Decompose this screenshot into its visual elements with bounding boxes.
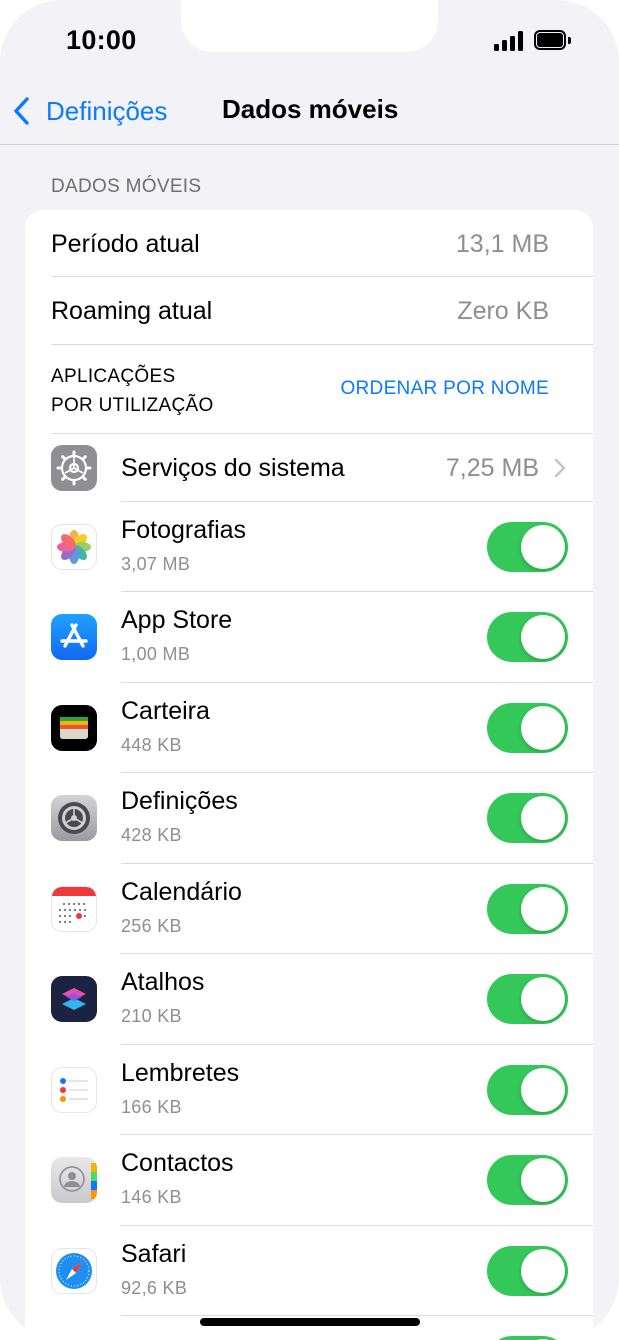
app-row-safari: Safari 92,6 KB <box>25 1226 593 1316</box>
status-time: 10:00 <box>66 25 137 55</box>
apps-header-line2: POR UTILIZAÇÃO <box>51 395 214 416</box>
app-row-contacts: Contactos 146 KB <box>25 1135 593 1226</box>
app-name: Calendário <box>121 878 242 906</box>
app-row-wallet: Carteira 448 KB <box>25 683 593 773</box>
current-period-label: Período atual <box>51 230 200 258</box>
app-usage: 448 KB <box>121 735 182 755</box>
shortcuts-data-toggle[interactable] <box>487 974 568 1024</box>
contacts-icon <box>51 1157 97 1203</box>
app-usage: 146 KB <box>121 1187 182 1207</box>
section-header: DADOS MÓVEIS <box>51 176 202 197</box>
sort-by-name-button[interactable]: ORDENAR POR NOME <box>340 378 549 400</box>
calendar-data-toggle[interactable] <box>487 884 568 934</box>
cellular-data-list: Período atual 13,1 MB Roaming atual Zero… <box>25 210 593 1340</box>
app-name: Carteira <box>121 697 210 725</box>
status-bar: 10:00 <box>0 0 619 80</box>
app-usage: 92,6 KB <box>121 1278 188 1298</box>
app-name: Fotografias <box>121 516 247 544</box>
safari-data-toggle[interactable] <box>487 1246 568 1296</box>
settings-data-toggle[interactable] <box>487 793 568 843</box>
current-roaming-value: Zero KB <box>457 297 549 325</box>
app-store-data-toggle[interactable] <box>487 612 568 662</box>
back-label: Definições <box>46 95 168 126</box>
app-row-shortcuts: Atalhos 210 KB <box>25 954 593 1045</box>
app-name: Safari <box>121 1240 187 1268</box>
partial-data-toggle[interactable] <box>487 1336 568 1340</box>
apps-header-line1: APLICAÇÕES <box>51 366 176 387</box>
system-services-value: 7,25 MB <box>445 454 539 482</box>
chevron-left-icon <box>14 97 29 125</box>
current-roaming-row: Roaming atual Zero KB <box>25 277 593 345</box>
chevron-right-icon <box>554 458 566 478</box>
safari-icon <box>51 1248 97 1294</box>
page-title: Dados móveis <box>222 94 399 124</box>
settings-icon <box>51 795 97 841</box>
app-usage: 210 KB <box>121 1006 182 1026</box>
home-indicator[interactable] <box>200 1318 420 1326</box>
app-name: Definições <box>121 787 238 815</box>
back-button[interactable]: Definições <box>12 93 167 129</box>
app-row-settings: Definições 428 KB <box>25 773 593 864</box>
reminders-data-toggle[interactable] <box>487 1065 568 1115</box>
photos-data-toggle[interactable] <box>487 522 568 572</box>
wallet-icon <box>51 705 97 751</box>
apps-by-usage-header: APLICAÇÕES POR UTILIZAÇÃO <box>51 362 214 420</box>
app-name: App Store <box>121 606 233 634</box>
phone-screen: 10:00 Definições Dados móveis DADOS MÓVE… <box>0 0 619 1340</box>
app-name: Contactos <box>121 1149 234 1177</box>
calendar-icon <box>51 886 97 932</box>
app-usage: 256 KB <box>121 916 182 936</box>
current-period-row: Período atual 13,1 MB <box>25 210 593 277</box>
battery-icon <box>534 30 572 52</box>
app-row-calendar: Calendário 256 KB <box>25 864 593 954</box>
contacts-data-toggle[interactable] <box>487 1155 568 1205</box>
navigation-bar: Definições Dados móveis <box>0 80 619 145</box>
cellular-signal-icon <box>494 31 526 51</box>
current-period-value: 13,1 MB <box>455 230 549 258</box>
app-usage: 166 KB <box>121 1097 182 1117</box>
app-store-icon <box>51 614 97 660</box>
app-row-reminders: Lembretes 166 KB <box>25 1045 593 1135</box>
app-usage: 3,07 MB <box>121 554 191 574</box>
wallet-data-toggle[interactable] <box>487 703 568 753</box>
system-services-icon <box>51 445 97 491</box>
app-row-photos: Fotografias 3,07 MB <box>25 502 593 592</box>
app-row-app-store: App Store 1,00 MB <box>25 592 593 683</box>
system-services-label: Serviços do sistema <box>121 454 345 482</box>
app-name: Lembretes <box>121 1059 240 1087</box>
app-usage: 428 KB <box>121 825 182 845</box>
app-name: Atalhos <box>121 968 205 996</box>
system-services-row[interactable]: Serviços do sistema 7,25 MB <box>25 434 593 502</box>
app-usage: 1,00 MB <box>121 644 191 664</box>
photos-icon <box>51 524 97 570</box>
reminders-icon <box>51 1067 97 1113</box>
current-roaming-label: Roaming atual <box>51 297 213 325</box>
notch <box>181 0 438 52</box>
shortcuts-icon <box>51 976 97 1022</box>
